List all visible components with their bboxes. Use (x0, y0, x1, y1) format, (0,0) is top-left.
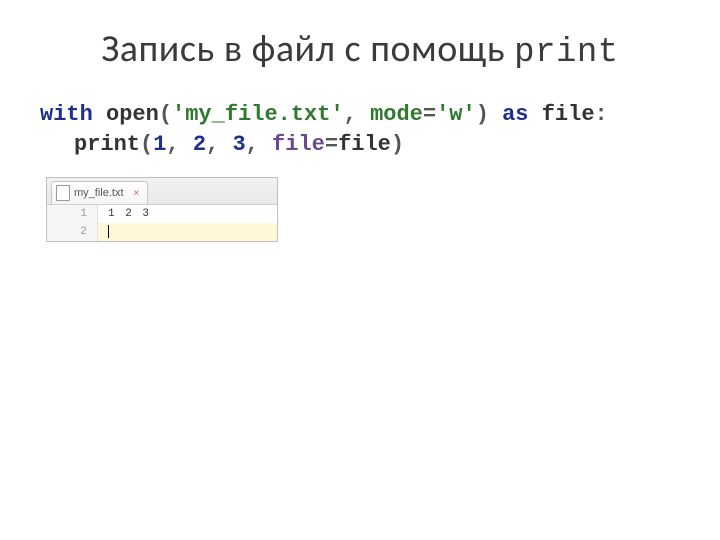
editor-tabbar: my_file.txt × (47, 178, 277, 205)
colon: : (595, 102, 608, 127)
code-line-2: print(1, 2, 3, file=file) (40, 130, 674, 160)
comma: , (344, 102, 370, 127)
comma: , (246, 132, 272, 157)
num-3: 3 (232, 132, 245, 157)
ident-file: file (542, 102, 595, 127)
fn-open: open (106, 102, 159, 127)
title-text: Запись в файл с помощь (101, 26, 514, 72)
line-number: 1 (47, 205, 98, 223)
line-text (98, 223, 277, 241)
editor-row: 1 1 2 3 (47, 205, 277, 223)
kwarg-file-val: file (338, 132, 391, 157)
code-line-1: with open('my_file.txt', mode='w') as fi… (40, 100, 674, 130)
line-text: 1 2 3 (98, 205, 277, 223)
editor-row: 2 (47, 223, 277, 241)
num-1: 1 (153, 132, 166, 157)
text-editor-window: my_file.txt × 1 1 2 3 2 (46, 177, 278, 242)
comma: , (166, 132, 192, 157)
file-icon (56, 185, 70, 201)
tab-filename: my_file.txt (74, 187, 124, 199)
fn-print: print (74, 132, 140, 157)
line-number: 2 (47, 223, 98, 241)
paren-close-2: ) (391, 132, 404, 157)
eq: = (423, 102, 436, 127)
text-cursor (108, 225, 109, 238)
paren-close: ) (476, 102, 489, 127)
paren-open-2: ( (140, 132, 153, 157)
kwarg-file-key: file (272, 132, 325, 157)
editor-tab[interactable]: my_file.txt × (51, 181, 148, 204)
title-code: print (514, 34, 619, 72)
eq: = (325, 132, 338, 157)
slide-title: Запись в файл с помощь print (46, 26, 674, 72)
editor-content: 1 1 2 3 2 (47, 205, 277, 241)
kwarg-mode-val: 'w' (436, 102, 476, 127)
str-filename: 'my_file.txt' (172, 102, 344, 127)
close-icon[interactable]: × (134, 188, 140, 199)
kw-as: as (502, 102, 528, 127)
num-2: 2 (193, 132, 206, 157)
kw-with: with (40, 102, 93, 127)
slide: Запись в файл с помощь print with open('… (0, 0, 720, 540)
kwarg-mode-key: mode (370, 102, 423, 127)
comma: , (206, 132, 232, 157)
paren-open: ( (159, 102, 172, 127)
code-block: with open('my_file.txt', mode='w') as fi… (40, 100, 674, 159)
